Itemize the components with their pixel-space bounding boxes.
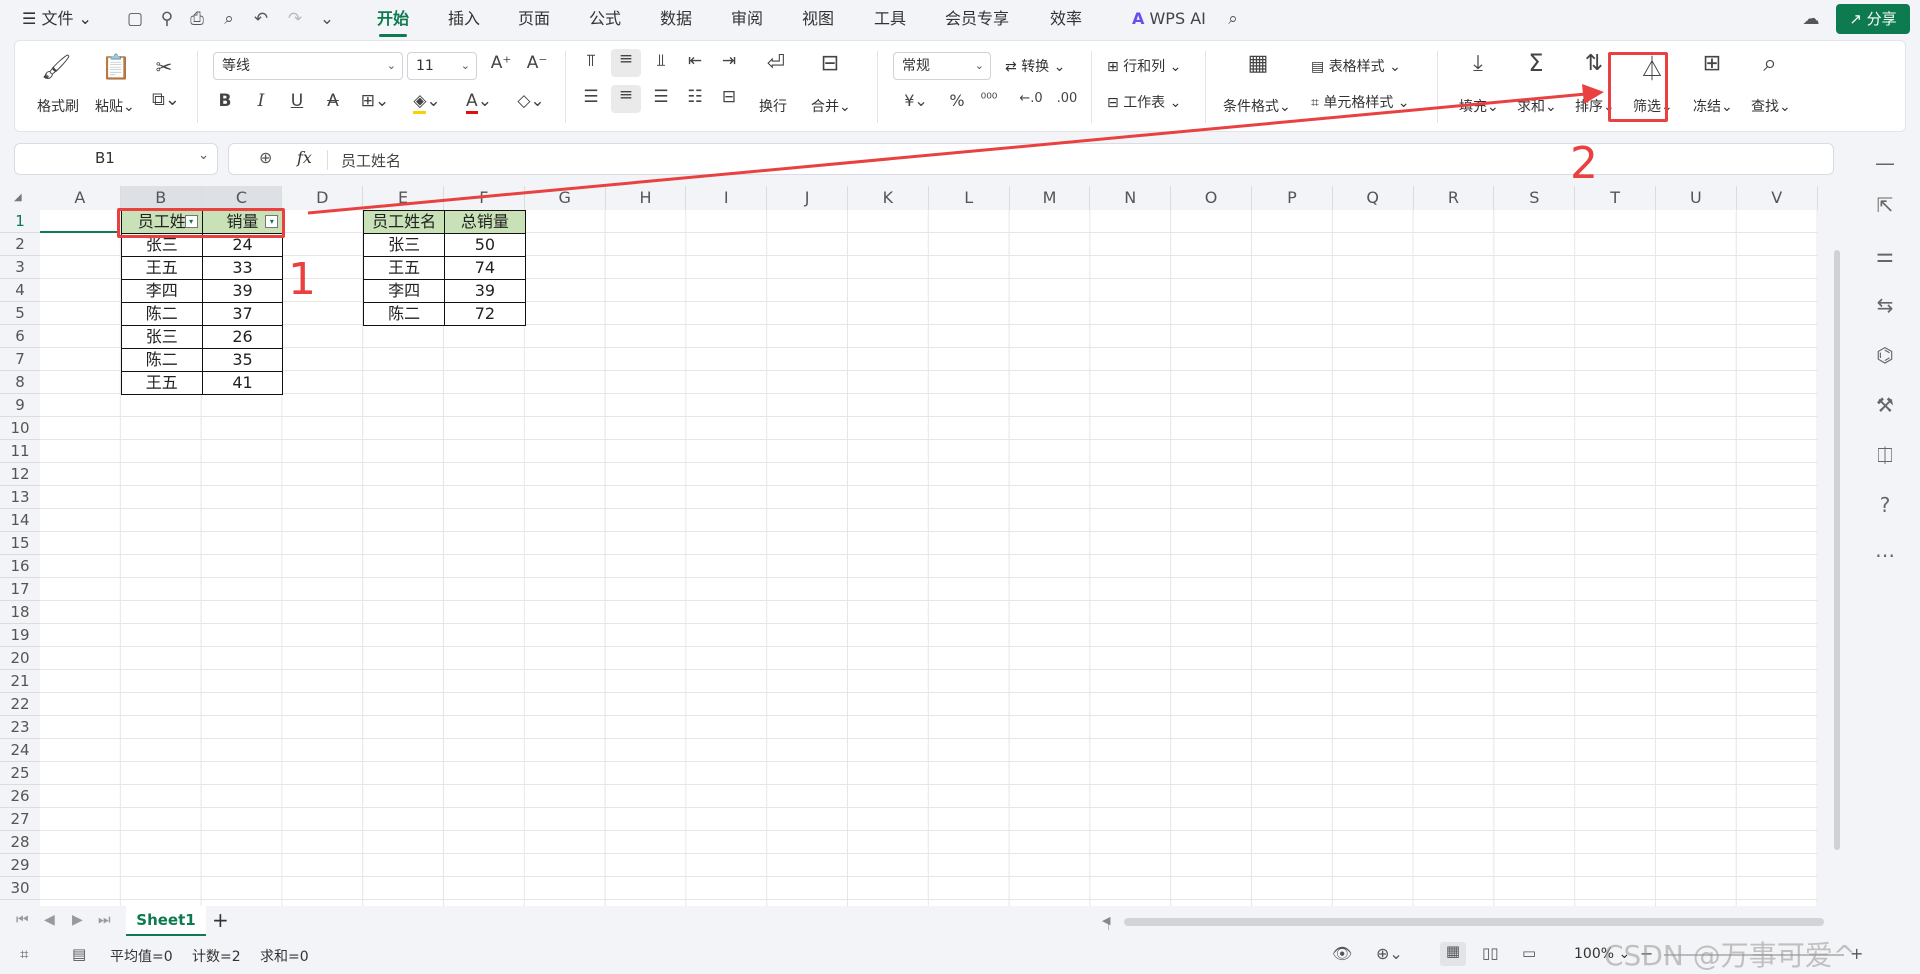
more-icon[interactable]: ⋯ xyxy=(1872,542,1898,568)
arrow-line xyxy=(307,92,1587,215)
scroll-left-icon[interactable]: ◀ xyxy=(1102,914,1110,927)
arrow-overlay xyxy=(307,84,1604,215)
vertical-scroll-thumb[interactable] xyxy=(1834,250,1840,850)
tools-icon[interactable]: ⚒ xyxy=(1872,392,1898,418)
settings-sliders-icon[interactable]: ⚌ xyxy=(1872,242,1898,268)
horizontal-scrollbar[interactable] xyxy=(1124,918,1824,926)
select-pointer-icon[interactable]: ⇱ xyxy=(1872,192,1898,218)
watermark: CSDN @万事可爱^ xyxy=(1604,939,1857,972)
page-layout-icon[interactable]: ▯▯ xyxy=(1482,944,1499,962)
next-sheet-icon[interactable]: ▶ xyxy=(72,912,83,928)
macro-icon[interactable]: ⌗ xyxy=(20,945,28,963)
transfer-icon[interactable]: ⇆ xyxy=(1872,292,1898,318)
status-sum: 求和=0 xyxy=(260,949,309,965)
right-sidebar: — ⇱ ⚌ ⇆ ⌬ ⚒ ⎅ ? ⋯ xyxy=(1850,140,1920,940)
sheet-tab-active[interactable]: Sheet1 xyxy=(126,906,206,936)
prev-sheet-icon[interactable]: ◀ xyxy=(44,912,55,928)
help-icon[interactable]: ? xyxy=(1872,492,1898,518)
vertical-scrollbar[interactable] xyxy=(1832,214,1842,904)
eye-icon[interactable]: 👁 xyxy=(1332,944,1352,963)
view-mode-icon[interactable]: ⊕⌄ xyxy=(1376,944,1403,963)
add-sheet-button[interactable]: + xyxy=(212,908,229,932)
normal-view-icon[interactable]: ▦ xyxy=(1440,942,1466,966)
page-break-icon[interactable]: ▭ xyxy=(1522,944,1536,962)
arrow-head xyxy=(1582,84,1604,104)
status-bar: ⌗ ▤ 平均值=0 计数=2 求和=0 👁 ⊕⌄ ▦ ▯▯ ▭ 100% ⌄ −… xyxy=(0,939,1920,972)
first-sheet-icon[interactable]: ⏮ xyxy=(16,912,29,928)
page-icon[interactable]: ▤ xyxy=(72,945,86,963)
status-count: 计数=2 xyxy=(192,949,241,965)
status-average: 平均值=0 xyxy=(110,949,173,965)
book-icon[interactable]: ⎅ xyxy=(1872,442,1898,468)
last-sheet-icon[interactable]: ⏭ xyxy=(98,912,111,928)
ai-chart-icon[interactable]: ⌬ xyxy=(1872,342,1898,368)
minimize-icon[interactable]: — xyxy=(1872,150,1898,176)
